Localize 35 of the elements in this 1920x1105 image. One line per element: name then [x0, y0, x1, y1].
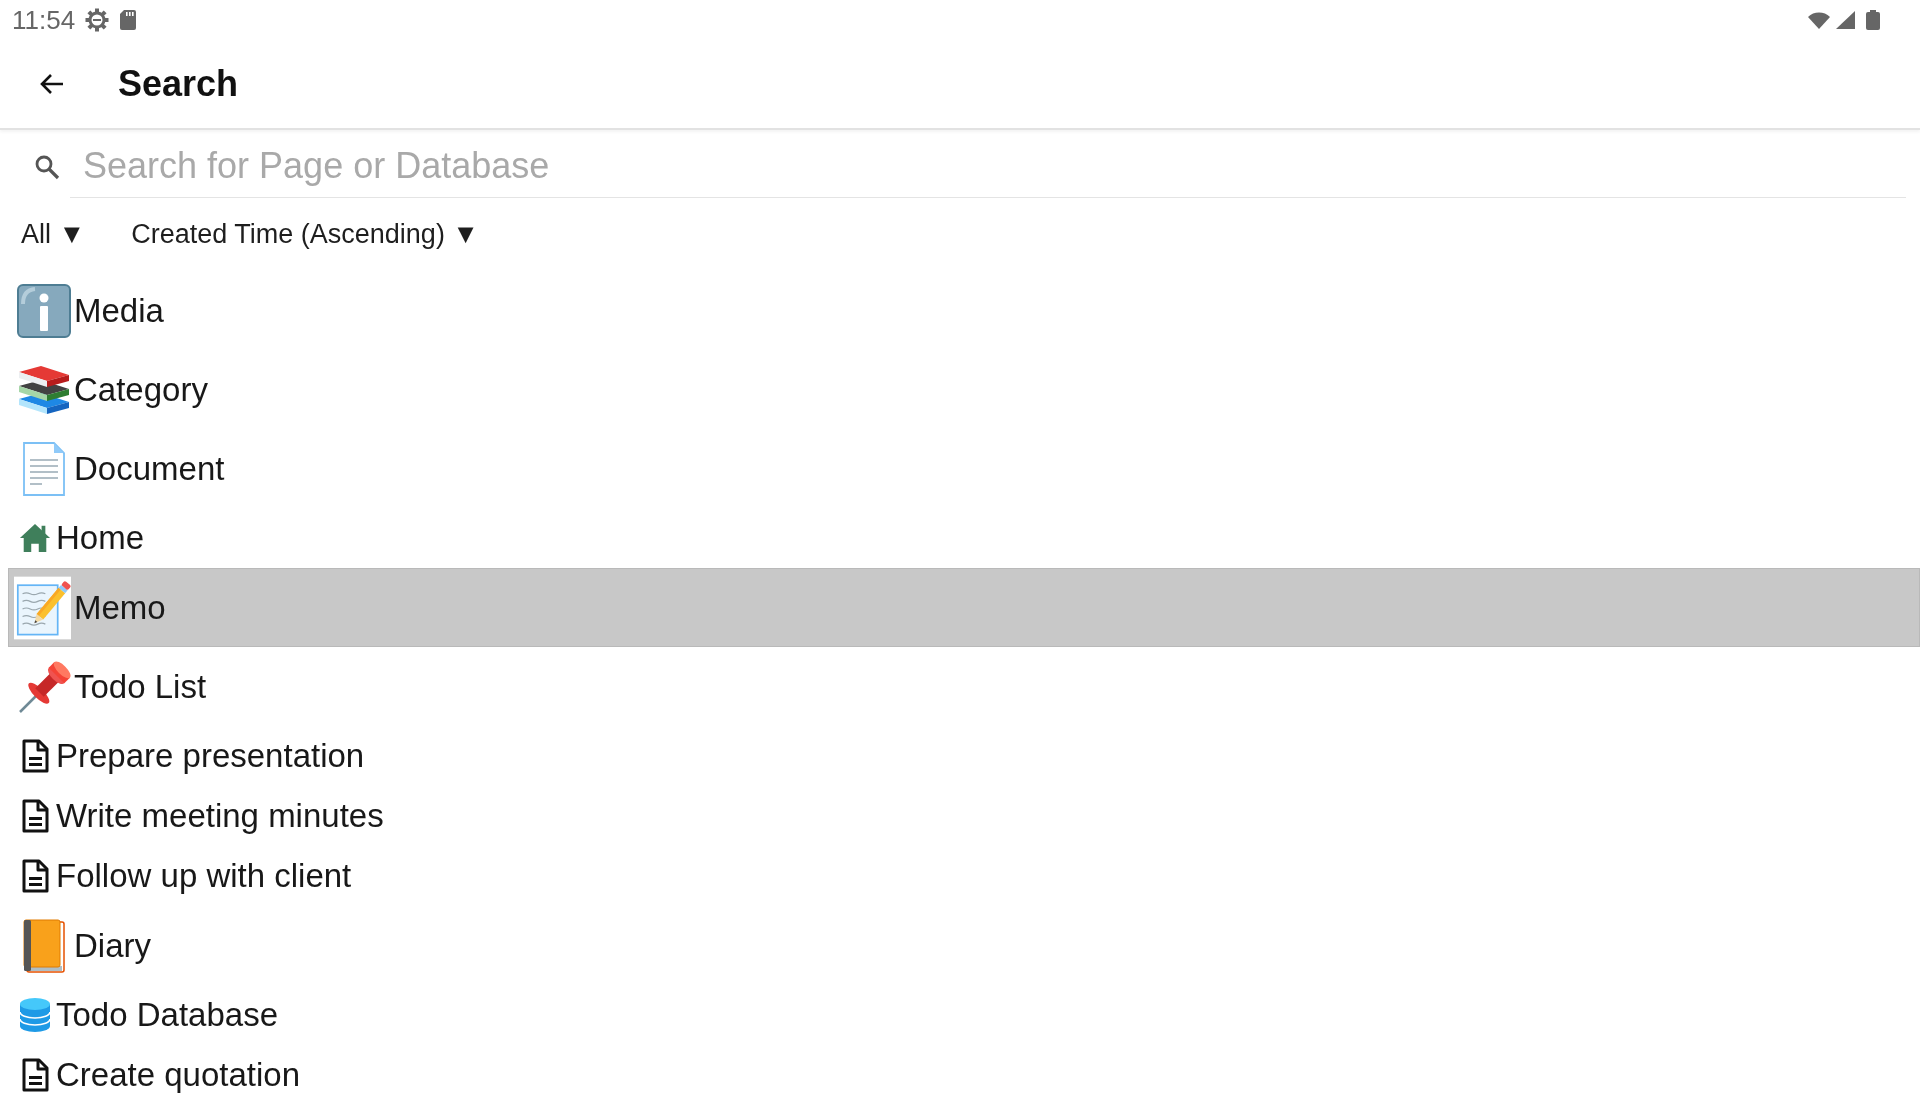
list-item[interactable]: Media	[8, 271, 1920, 350]
signal-icon	[1836, 11, 1855, 29]
search-icon	[34, 153, 60, 180]
book-icon	[22, 918, 66, 973]
pushpin-icon	[17, 659, 71, 714]
list-item[interactable]: Todo Database	[8, 985, 1920, 1045]
document-icon	[21, 1058, 49, 1092]
list-item[interactable]: Category	[8, 350, 1920, 429]
list-item[interactable]: Memo	[8, 568, 1920, 647]
list-item[interactable]: Document	[8, 429, 1920, 508]
document-icon	[21, 799, 49, 833]
info-icon	[17, 283, 71, 338]
page-icon	[22, 441, 66, 496]
type-dropdown[interactable]: All ▼	[21, 218, 86, 250]
list-item[interactable]: Follow up with client	[8, 846, 1920, 906]
document-icon	[21, 739, 49, 773]
house-icon	[19, 522, 51, 554]
list-item[interactable]: Home	[8, 508, 1920, 568]
wifi-icon	[1808, 11, 1830, 29]
list-item[interactable]: Create quotation	[8, 1045, 1920, 1105]
search-field[interactable]: Search for Page or Database	[70, 135, 1906, 198]
list-item[interactable]: Prepare presentation	[8, 726, 1920, 786]
list-item[interactable]: Todo List	[8, 647, 1920, 726]
battery-icon	[1866, 10, 1880, 30]
sd-card-icon	[119, 9, 138, 31]
sort-dropdown[interactable]: Created Time (Ascending) ▼	[131, 218, 480, 250]
document-icon	[21, 859, 49, 893]
back-icon[interactable]	[40, 73, 64, 95]
memo-icon	[14, 574, 71, 641]
list-item[interactable]: Write meeting minutes	[8, 786, 1920, 846]
list-item[interactable]: Diary	[8, 906, 1920, 985]
database-icon	[19, 997, 51, 1033]
status-time: 11:54	[12, 4, 76, 36]
page-title: Search	[118, 63, 239, 105]
gear-icon	[85, 8, 110, 32]
